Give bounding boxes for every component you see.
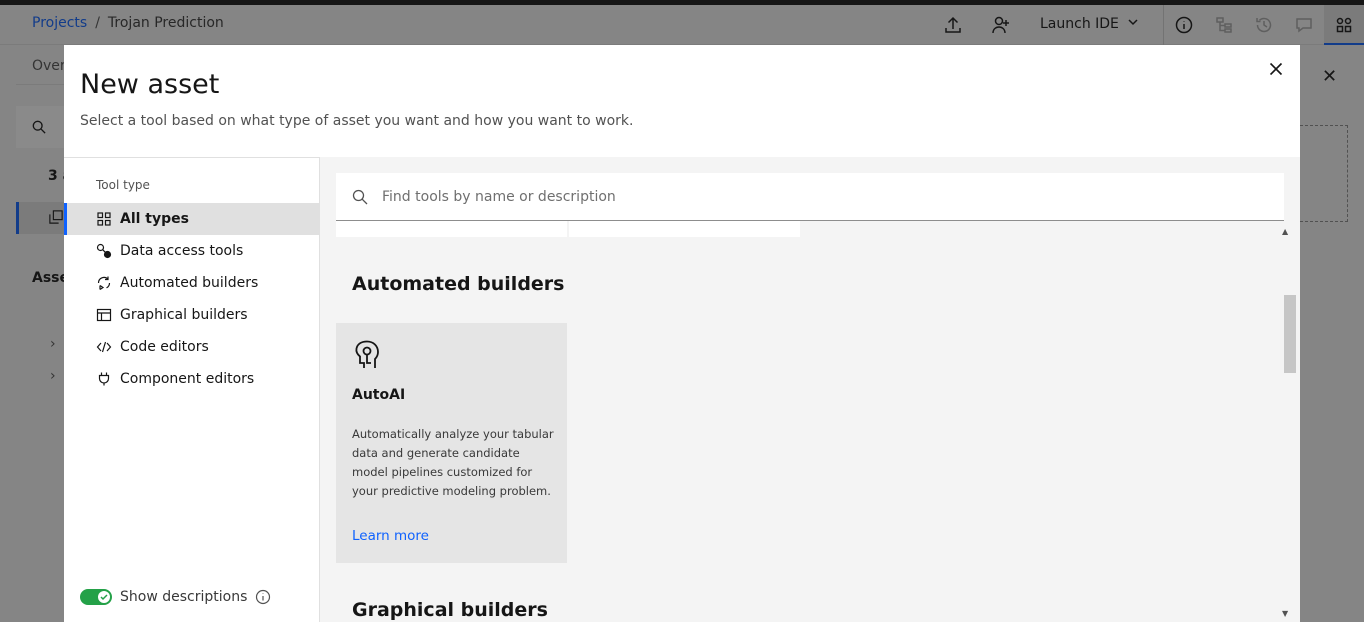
automation-icon: [97, 276, 111, 290]
modal-title: New asset: [80, 69, 220, 100]
show-descriptions-toggle[interactable]: [80, 589, 112, 605]
code-icon: [96, 341, 112, 353]
sidebar-item-code-editors[interactable]: Code editors: [64, 331, 319, 363]
grid-icon: [97, 212, 111, 226]
new-asset-modal: New asset Select a tool based on what ty…: [64, 45, 1300, 622]
sidebar-item-label: Data access tools: [120, 243, 244, 259]
previous-section-cards: [336, 221, 800, 237]
search-icon: [352, 189, 368, 204]
information-icon[interactable]: [255, 589, 271, 605]
tool-card-partial[interactable]: [336, 221, 567, 237]
show-descriptions-label: Show descriptions: [120, 589, 248, 605]
autoai-brain-icon: [355, 340, 379, 368]
close-icon[interactable]: [1264, 57, 1288, 81]
autoai-tool-card[interactable]: AutoAI Automatically analyze your tabula…: [336, 323, 567, 563]
tool-type-sidebar: Tool type All types Data access tools Au…: [64, 157, 320, 622]
search-input[interactable]: Find tools by name or description: [382, 189, 616, 205]
tool-card-partial[interactable]: [569, 221, 800, 237]
tool-type-nav: All types Data access tools Automated bu…: [64, 203, 319, 395]
card-description: Automatically analyze your tabular data …: [352, 427, 554, 498]
scroll-down-arrow[interactable]: ▼: [1282, 609, 1288, 618]
data-connection-icon: [96, 243, 112, 259]
scroll-up-arrow[interactable]: ▲: [1282, 227, 1288, 236]
sidebar-item-data-access-tools[interactable]: Data access tools: [64, 235, 319, 267]
show-descriptions-row: Show descriptions: [80, 589, 271, 605]
table-layout-icon: [96, 308, 112, 322]
sidebar-item-all-types[interactable]: All types: [64, 203, 319, 235]
plug-icon: [98, 372, 110, 386]
section-heading-automated-builders: Automated builders: [352, 273, 565, 295]
sidebar-item-automated-builders[interactable]: Automated builders: [64, 267, 319, 299]
sidebar-item-label: All types: [120, 211, 189, 227]
toggle-knob: [98, 591, 110, 603]
card-title: AutoAI: [352, 387, 406, 403]
sidebar-item-label: Code editors: [120, 339, 209, 355]
section-heading-graphical-builders: Graphical builders: [352, 599, 548, 621]
sidebar-item-component-editors[interactable]: Component editors: [64, 363, 319, 395]
tool-search-box[interactable]: Find tools by name or description: [336, 173, 1284, 221]
scrollbar-thumb[interactable]: [1284, 295, 1296, 373]
checkmark-icon: [100, 594, 108, 601]
tools-content-area: Find tools by name or description Automa…: [320, 157, 1300, 622]
learn-more-link[interactable]: Learn more: [352, 528, 429, 544]
sidebar-item-label: Automated builders: [120, 275, 259, 291]
tool-type-label: Tool type: [96, 178, 150, 192]
sidebar-item-label: Graphical builders: [120, 307, 248, 323]
sidebar-item-label: Component editors: [120, 371, 255, 387]
sidebar-item-graphical-builders[interactable]: Graphical builders: [64, 299, 319, 331]
modal-subtitle: Select a tool based on what type of asse…: [80, 113, 634, 129]
